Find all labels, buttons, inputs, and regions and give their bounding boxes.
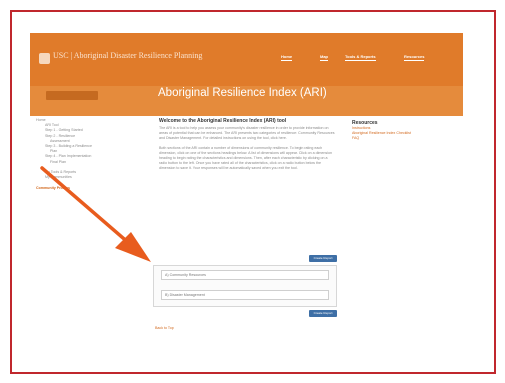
website-screenshot: USC | Aboriginal Disaster Resilience Pla… [30,33,463,338]
nav-resources[interactable]: Resources [404,54,425,61]
nav-home[interactable]: Home [281,54,293,61]
nav-map[interactable]: Map [320,54,328,61]
main-content: Welcome to the Aboriginal Resilience Ind… [159,118,359,176]
site-header: USC | Aboriginal Disaster Resilience Pla… [30,33,463,86]
disaster-management-section[interactable]: B) Disaster Management [161,290,329,300]
resource-link-faq[interactable]: FAQ [352,136,447,141]
nav-tools-reports[interactable]: Tools & Reports [345,54,376,61]
sidebar-nav: Home ARI Tool Step 1 - Getting Started Step… [36,118,124,191]
create-report-button-top[interactable]: Create Report [309,255,337,262]
ari-sections-box: A) Community Resources B) Disaster Manag… [153,265,337,307]
intro-paragraph-1: The ARI is a tool to help you assess you… [159,126,335,140]
community-resources-section[interactable]: A) Community Resources [161,270,329,280]
site-logo-text[interactable]: USC | Aboriginal Disaster Resilience Pla… [53,51,202,60]
shield-icon [39,53,50,64]
back-to-top-link[interactable]: Back to Top [155,326,174,330]
sidebar-item[interactable]: Community Profiles [36,186,124,191]
welcome-heading: Welcome to the Aboriginal Resilience Ind… [159,118,287,124]
resources-panel: Resources Instructions Aboriginal Resili… [352,120,447,141]
intro-paragraph-2: Both sections of the ARI contain a numbe… [159,146,332,170]
create-report-button-bottom[interactable]: Create Report [309,310,337,317]
page-title: Aboriginal Resilience Index (ARI) [158,87,327,99]
banner-breadcrumb-chip [46,91,98,100]
intro-text: The ARI is a tool to help you assess you… [159,126,335,171]
